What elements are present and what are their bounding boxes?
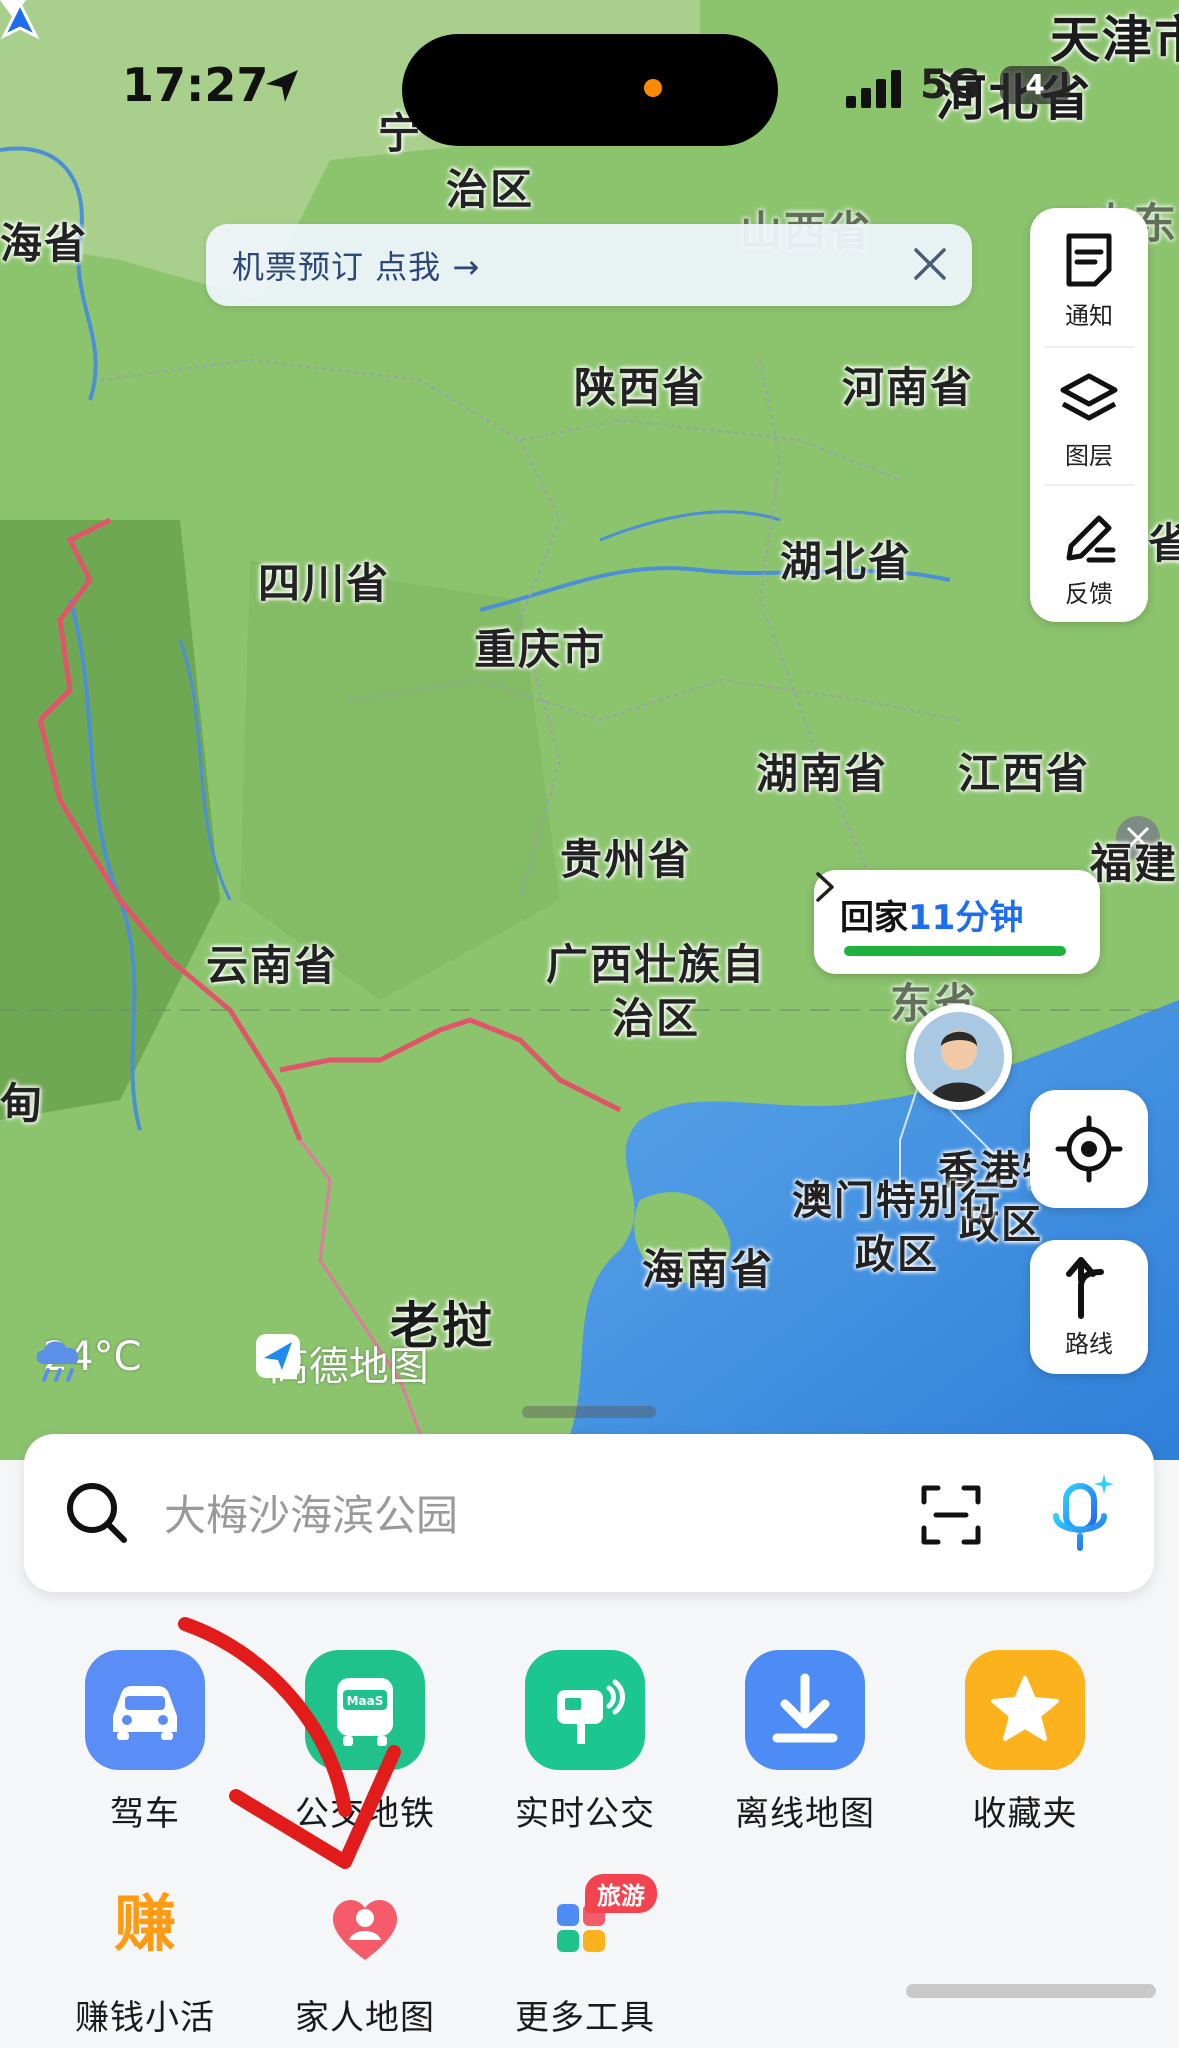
map-label-macao-line2: 政区 [855, 1232, 939, 1278]
home-eta-text: 回家11分钟 [840, 890, 1023, 939]
download-icon [745, 1650, 865, 1770]
tool-earn-money-label: 赚钱小活 [75, 1998, 215, 2038]
map-label-chongqing: 重庆市 [474, 625, 607, 674]
sheet-drag-handle[interactable] [522, 1406, 656, 1418]
route-label: 路线 [1065, 1330, 1113, 1358]
map-label-fujian: 福建 [1090, 839, 1179, 888]
search-input[interactable] [162, 1482, 886, 1548]
tool-realtime-bus-label: 实时公交 [515, 1794, 655, 1834]
network-type: 5G [920, 62, 981, 108]
tool-realtime-bus[interactable]: 实时公交 [495, 1650, 675, 1835]
tool-more-tools[interactable]: 旅游 更多工具 [495, 1874, 675, 2039]
avatar [914, 1012, 1004, 1102]
edit-pencil-icon [1066, 515, 1116, 563]
notify-label: 通知 [1065, 302, 1113, 330]
chevron-right-icon [816, 872, 834, 902]
brand-logo: 高德地图 [256, 1334, 429, 1392]
map-label-shaanxi: 陕西省 [574, 363, 707, 412]
tool-offline-map[interactable]: 离线地图 [715, 1650, 895, 1835]
map-label-guizhou: 贵州省 [560, 835, 693, 884]
home-eta-progress [844, 946, 1066, 956]
location-arrow-icon [266, 70, 298, 102]
maas-badge: MaaS [347, 1694, 384, 1708]
tool-more-tools-label: 更多工具 [515, 1998, 655, 2038]
tool-transit-label: 公交地铁 [295, 1794, 435, 1834]
tool-drive-label: 驾车 [110, 1794, 180, 1834]
close-icon[interactable] [910, 244, 950, 284]
tool-favorites[interactable]: 收藏夹 [935, 1650, 1115, 1835]
flight-booking-banner[interactable]: 机票预订 点我 → [206, 224, 972, 306]
map-label-myanmar: 甸 [0, 1079, 45, 1128]
scan-icon[interactable] [920, 1484, 982, 1546]
tool-favorites-label: 收藏夹 [972, 1794, 1078, 1834]
map-view[interactable]: 天津市 河北省 宁 治区 海省 山西省 山东 陕西省 河南省 四川省 湖北省 省… [0, 0, 1179, 1460]
layers-label: 图层 [1065, 442, 1113, 470]
search-icon [67, 1483, 127, 1543]
locate-icon [1055, 1115, 1123, 1183]
user-location-avatar[interactable] [906, 1004, 1012, 1110]
home-eta-minutes: 11分钟 [908, 898, 1024, 938]
route-turn-icon [1066, 1257, 1104, 1319]
travel-badge: 旅游 [585, 1874, 657, 1913]
status-bar: 17:27 5G 4 [0, 0, 1179, 180]
signal-icon [846, 70, 901, 108]
banner-text: 机票预订 点我 → [232, 248, 481, 286]
map-label-guangxi-line2: 治区 [612, 994, 701, 1043]
map-label-an-edge: 省 [1148, 519, 1179, 568]
feedback-label: 反馈 [1065, 580, 1113, 608]
layers-button[interactable]: 图层 [1030, 348, 1148, 482]
map-label-jiangxi: 江西省 [958, 749, 1091, 798]
home-eta-card[interactable]: 回家11分钟 [814, 870, 1100, 974]
map-label-qinghai: 海省 [0, 219, 89, 268]
map-label-macao-line1: 澳门特别行 [792, 1178, 1002, 1224]
map-label-hubei: 湖北省 [780, 537, 913, 586]
map-label-guangxi-line1: 广西壮族自 [546, 940, 767, 989]
route-button[interactable]: 路线 [1030, 1240, 1148, 1374]
tool-drive[interactable]: 驾车 [55, 1650, 235, 1835]
tool-offline-map-label: 离线地图 [735, 1794, 875, 1834]
notify-button[interactable]: 通知 [1030, 208, 1148, 342]
map-label-henan: 河南省 [842, 363, 975, 412]
home-eta-prefix: 回家 [840, 898, 908, 938]
grid-apps-icon: 旅游 [535, 1874, 657, 1974]
status-time: 17:27 [122, 58, 269, 112]
map-label-yunnan: 云南省 [206, 941, 339, 990]
dynamic-island [402, 34, 778, 146]
map-label-hainan: 海南省 [642, 1245, 775, 1294]
home-indicator [906, 1984, 1156, 1998]
voice-assistant-icon[interactable] [1042, 1472, 1122, 1556]
tool-earn-money[interactable]: 赚 赚钱小活 [55, 1874, 235, 2039]
map-label-guangxi: 广西壮族自 治区 [546, 938, 766, 1046]
map-label-macao: 澳门特别行 政区 [792, 1174, 1002, 1282]
notification-doc-icon [1066, 233, 1112, 287]
privacy-indicator [644, 79, 662, 97]
bus-icon: MaaS [305, 1650, 425, 1770]
tool-family-map[interactable]: 家人地图 [275, 1874, 455, 2039]
feedback-button[interactable]: 反馈 [1030, 486, 1148, 620]
locate-button[interactable] [1030, 1090, 1148, 1208]
layers-icon [1060, 373, 1118, 421]
bus-stop-icon [525, 1650, 645, 1770]
tool-transit[interactable]: MaaS 公交地铁 [275, 1650, 455, 1835]
battery-indicator: 4 [1000, 66, 1070, 104]
weather-widget[interactable]: 24°C [30, 1334, 142, 1382]
map-label-hunan: 湖南省 [756, 749, 889, 798]
map-side-toolbar: 通知 图层 反馈 [1030, 208, 1148, 622]
tool-family-map-label: 家人地图 [295, 1998, 435, 2038]
star-icon [965, 1650, 1085, 1770]
earn-icon: 赚 [113, 1887, 176, 1960]
car-icon [85, 1650, 205, 1770]
map-label-sichuan: 四川省 [258, 559, 391, 608]
family-heart-icon [315, 1874, 415, 1974]
search-bar[interactable] [24, 1434, 1154, 1592]
